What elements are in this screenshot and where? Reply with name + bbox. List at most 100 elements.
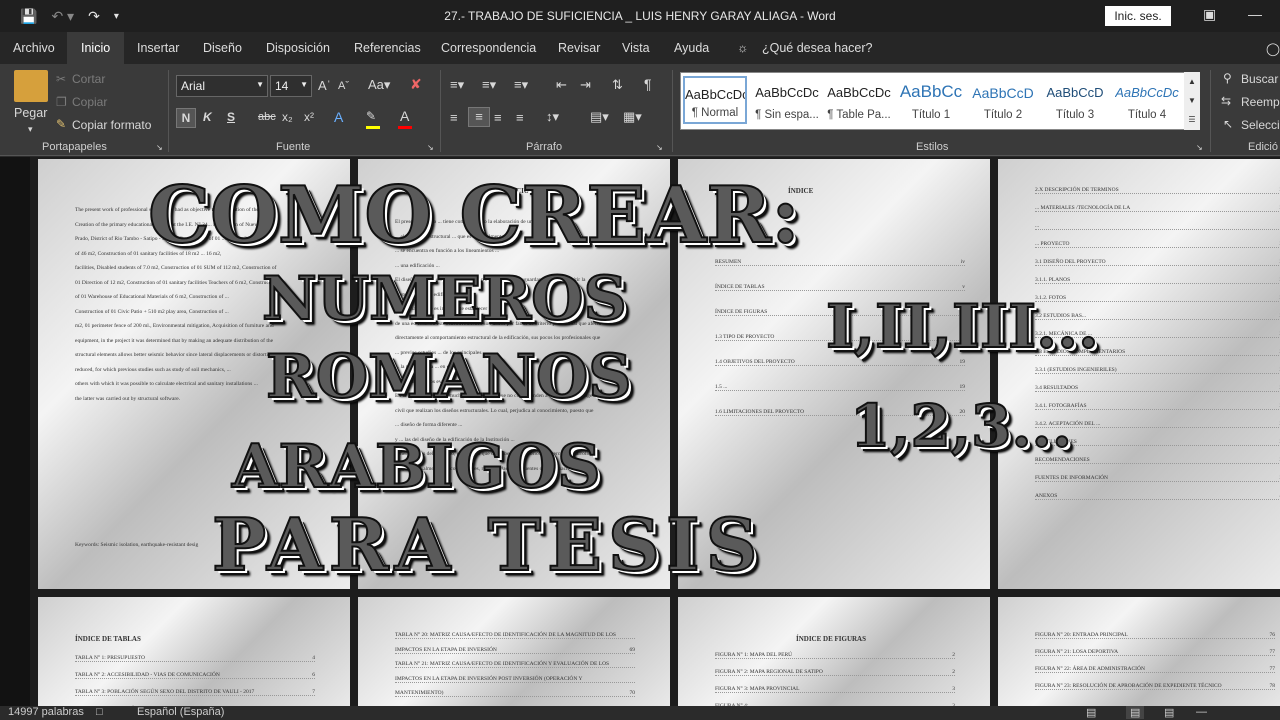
toc-entry[interactable]: FIGURA N° 3: MAPA PROVINCIAL 3 xyxy=(715,686,955,693)
toc-entry[interactable]: FIGURA N° 2: MAPA REGIONAL DE SATIPO 2 xyxy=(715,669,955,676)
toc-entry[interactable]: ... xyxy=(1035,223,1280,230)
strikethrough-button[interactable]: abc xyxy=(258,111,276,123)
customize-qat-icon[interactable]: ▾ xyxy=(114,11,119,22)
show-marks-icon[interactable]: ¶ xyxy=(644,76,652,92)
page-figures-index[interactable]: ÍNDICE DE FIGURAS FIGURA N° 1: MAPA DEL … xyxy=(678,597,990,706)
toc-entry[interactable]: IMPACTOS EN LA ETAPA DE INVERSIÓN POST I… xyxy=(395,676,635,683)
toc-entry[interactable]: 3.1 DISEÑO DEL PROYECTO28 xyxy=(1035,259,1280,266)
replace-icon[interactable]: ⇆ xyxy=(1221,94,1231,108)
multilevel-list-icon[interactable]: ≡▾ xyxy=(514,77,528,93)
toc-entry[interactable]: 1.5 ... 19 xyxy=(715,384,965,391)
paste-icon[interactable] xyxy=(14,70,48,102)
copy-button[interactable]: Copiar xyxy=(72,95,107,109)
grow-font-icon[interactable]: Aˈ xyxy=(318,78,331,93)
style-titulo-1[interactable]: AaBbCc Título 1 xyxy=(899,76,963,124)
sign-in-button[interactable]: Inic. ses. xyxy=(1105,6,1171,26)
format-painter-icon[interactable]: ✎ xyxy=(56,117,66,131)
style-table-paragraph[interactable]: AaBbCcDc ¶ Table Pa... xyxy=(827,76,891,124)
change-case-icon[interactable]: Aa▾ xyxy=(368,77,390,93)
toc-entry[interactable]: ... MATERIALES /TECNOLOGÍA DE LA23 xyxy=(1035,205,1280,212)
paste-button[interactable]: Pegar xyxy=(14,106,47,120)
word-count[interactable]: 14997 palabras xyxy=(8,706,84,718)
text-effects-icon[interactable]: A xyxy=(334,109,343,125)
ribbon-display-icon[interactable]: ▣ xyxy=(1203,6,1216,23)
find-button[interactable]: Buscar xyxy=(1241,72,1278,86)
read-mode-icon[interactable]: ▤ xyxy=(1086,706,1096,719)
font-color-icon[interactable]: A xyxy=(400,108,409,124)
font-launcher-icon[interactable]: ↘ xyxy=(427,143,434,152)
subscript-icon[interactable]: x₂ xyxy=(282,110,293,124)
undo-icon[interactable]: ↶ ▾ xyxy=(51,8,74,25)
gallery-scroll[interactable]: ▲ ▼ ☰ xyxy=(1184,72,1200,130)
tab-revisar[interactable]: Revisar xyxy=(558,41,600,55)
toc-entry[interactable]: TABLA N° 3: POBLACIÓN SEGÚN SEXO DEL DIS… xyxy=(75,689,315,696)
save-icon[interactable]: 💾 xyxy=(20,8,37,25)
toc-entry[interactable]: FIGURA N° 20: ENTRADA PRINCIPAL 76 xyxy=(1035,632,1275,639)
toc-entry[interactable]: TABLA N° 1: PRESUPUESTO 4 xyxy=(75,655,315,662)
style-titulo-2[interactable]: AaBbCcD Título 2 xyxy=(971,76,1035,124)
toc-entry[interactable]: ... PROYECTO27 xyxy=(1035,241,1280,248)
style-normal[interactable]: AaBbCcDc ¶ Normal xyxy=(683,76,747,124)
toc-entry[interactable]: TABLA N° 2: ACCESIBILIDAD - VIAS DE COMU… xyxy=(75,672,315,679)
web-layout-icon[interactable]: ▤ xyxy=(1164,706,1174,719)
toc-entry[interactable]: FUENTES DE INFORMACIÓN38 xyxy=(1035,475,1280,482)
toc-entry[interactable]: 3.1.1. PLANOS28 xyxy=(1035,277,1280,284)
style-titulo-4[interactable]: AaBbCcDc Título 4 xyxy=(1115,76,1179,124)
clipboard-launcher-icon[interactable]: ↘ xyxy=(156,143,163,152)
align-center-icon[interactable]: ≡ xyxy=(468,107,490,127)
scroll-up-icon[interactable]: ▲ xyxy=(1184,72,1200,91)
tab-ayuda[interactable]: Ayuda xyxy=(674,41,709,55)
tab-inicio[interactable]: Inicio xyxy=(67,32,125,64)
cut-icon[interactable]: ✂ xyxy=(56,72,66,86)
toc-entry[interactable]: MANTENIMIENTO) 70 xyxy=(395,690,635,697)
borders-icon[interactable]: ▦▾ xyxy=(623,109,642,125)
toc-entry[interactable]: FIGURA N° 1: MAPA DEL PERÚ 2 xyxy=(715,652,955,659)
sort-icon[interactable]: ⇅ xyxy=(612,77,623,93)
toc-entry[interactable]: IMPACTOS EN LA ETAPA DE INVERSIÓN 69 xyxy=(395,647,635,654)
italic-button[interactable]: K xyxy=(203,110,212,124)
toc-entry[interactable]: 2.X DESCRIPCIÓN DE TERMINOS22 xyxy=(1035,187,1280,194)
clear-formatting-icon[interactable]: ✘ xyxy=(410,76,422,93)
paragraph-launcher-icon[interactable]: ↘ xyxy=(656,143,663,152)
page-tables-index-continued[interactable]: TABLA N° 20: MATRIZ CAUSA/EFECTO DE IDEN… xyxy=(358,597,670,706)
tell-me-box[interactable]: ¿Qué desea hacer? xyxy=(762,41,873,55)
tab-vista[interactable]: Vista xyxy=(622,41,650,55)
redo-icon[interactable]: ↷ xyxy=(88,8,100,25)
select-button[interactable]: Selecci xyxy=(1241,118,1280,132)
tab-disposicion[interactable]: Disposición xyxy=(266,41,330,55)
increase-indent-icon[interactable]: ⇥ xyxy=(580,77,591,93)
line-spacing-icon[interactable]: ↕▾ xyxy=(546,109,559,125)
print-layout-icon[interactable]: ▤ xyxy=(1126,706,1145,719)
styles-launcher-icon[interactable]: ↘ xyxy=(1196,143,1203,152)
tab-correspondencia[interactable]: Correspondencia xyxy=(441,41,536,55)
style-sin-espacio[interactable]: AaBbCcDc ¶ Sin espa... xyxy=(755,76,819,124)
toc-entry[interactable]: TABLA N° 21: MATRIZ CAUSA/EFECTO DE IDEN… xyxy=(395,661,635,668)
account-icon[interactable]: ◯ xyxy=(1266,41,1280,56)
minimize-icon[interactable]: — xyxy=(1248,6,1262,22)
zoom-slider[interactable]: — xyxy=(1196,706,1207,718)
select-icon[interactable]: ↖ xyxy=(1223,117,1233,131)
toc-entry[interactable]: 3.3.1 (ESTUDIOS INGENIERILES)33 xyxy=(1035,367,1280,374)
toc-entry[interactable]: FIGURA N° 23: RESOLUCIÓN DE APROBACIÓN D… xyxy=(1035,683,1275,690)
tab-archivo[interactable]: Archivo xyxy=(13,41,55,55)
justify-icon[interactable]: ≡ xyxy=(516,110,524,125)
gallery-more-icon[interactable]: ☰ xyxy=(1184,110,1200,129)
page-tables-index[interactable]: ÍNDICE DE TABLAS TABLA N° 1: PRESUPUESTO… xyxy=(38,597,350,706)
tab-diseno[interactable]: Diseño xyxy=(203,41,242,55)
page-index-continued[interactable]: 2.X DESCRIPCIÓN DE TERMINOS22 ... MATERIA… xyxy=(998,159,1280,589)
numbering-icon[interactable]: ≡▾ xyxy=(482,77,496,93)
toc-entry[interactable]: FIGURA N° 22: ÁREA DE ADMINISTRACIÓN 77 xyxy=(1035,666,1275,673)
toc-entry[interactable]: 3.4 RESULTADOS34 xyxy=(1035,385,1280,392)
toc-entry[interactable]: FIGURA N° 21: LOSA DEPORTIVA 77 xyxy=(1035,649,1275,656)
tab-insertar[interactable]: Insertar xyxy=(137,41,179,55)
tab-referencias[interactable]: Referencias xyxy=(354,41,421,55)
replace-button[interactable]: Reempl xyxy=(1241,95,1280,109)
decrease-indent-icon[interactable]: ⇤ xyxy=(556,77,567,93)
copy-icon[interactable]: ❐ xyxy=(56,95,67,109)
find-icon[interactable]: ⚲ xyxy=(1223,71,1232,85)
shrink-font-icon[interactable]: Aˇ xyxy=(338,80,349,92)
highlight-icon[interactable]: ✎ xyxy=(366,109,376,123)
toc-entry[interactable]: TABLA N° 20: MATRIZ CAUSA/EFECTO DE IDEN… xyxy=(395,632,635,639)
paste-dropdown-icon[interactable]: ▾ xyxy=(28,124,33,135)
bold-button[interactable]: N xyxy=(176,108,196,128)
